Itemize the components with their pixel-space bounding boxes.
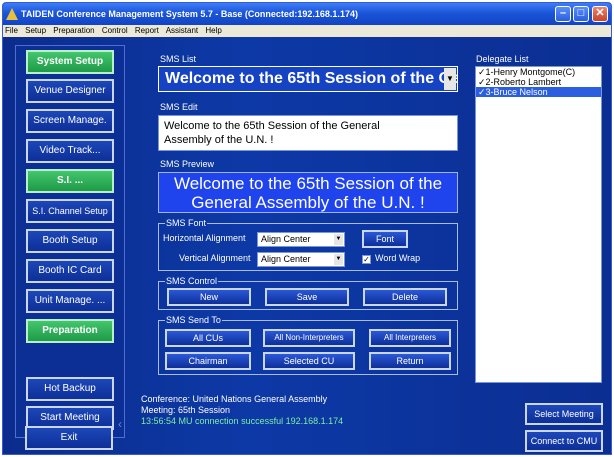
sms-preview-line: Welcome to the 65th Session of the xyxy=(173,174,443,193)
return-button[interactable]: Return xyxy=(369,352,451,370)
nav-booth-ic-card[interactable]: Booth IC Card xyxy=(26,259,114,283)
app-logo-icon xyxy=(6,8,18,20)
all-non-interpreters-button[interactable]: All Non-Interpreters xyxy=(263,329,355,347)
close-button[interactable]: ✕ xyxy=(592,6,608,22)
menu-help[interactable]: Help xyxy=(205,26,221,35)
menu-report[interactable]: Report xyxy=(135,26,159,35)
menu-bar: File Setup Preparation Control Report As… xyxy=(3,25,611,37)
content-area: System Setup Venue Designer Screen Manag… xyxy=(3,37,611,454)
v-align-value: Align Center xyxy=(261,254,311,264)
delegate-name: 1-Henry Montgome(C) xyxy=(485,67,576,77)
delegate-list[interactable]: ✓1-Henry Montgome(C) ✓2-Roberto Lambert … xyxy=(475,66,602,383)
delegate-name: 3-Bruce Nelson xyxy=(485,87,548,97)
save-button[interactable]: Save xyxy=(265,288,349,306)
sms-font-group-label: SMS Font xyxy=(165,218,208,228)
checkmark-icon: ✓ xyxy=(478,77,486,87)
sms-preview-display: Welcome to the 65th Session of the Gener… xyxy=(158,172,458,213)
status-message: 13:56:54 MU connection successful 192.16… xyxy=(141,416,344,426)
menu-preparation[interactable]: Preparation xyxy=(53,26,94,35)
sms-edit-line: Welcome to the 65th Session of the Gener… xyxy=(164,120,380,132)
main-window: TAIDEN Conference Management System 5.7 … xyxy=(2,2,612,455)
sms-send-to-group: SMS Send To All CUs All Non-Interpreters… xyxy=(158,315,458,375)
nav-venue-designer[interactable]: Venue Designer xyxy=(26,79,114,103)
dropdown-arrow-icon[interactable]: ▼ xyxy=(334,234,343,245)
word-wrap-checkbox[interactable]: ✓ xyxy=(362,255,371,264)
sms-control-group: SMS Control New Save Delete xyxy=(158,276,458,310)
collapse-chevron-icon[interactable]: ‹ xyxy=(118,417,122,431)
menu-setup[interactable]: Setup xyxy=(25,26,46,35)
v-align-select[interactable]: Align Center ▼ xyxy=(257,252,345,267)
connect-to-cmu-button[interactable]: Connect to CMU xyxy=(525,430,603,452)
menu-assistant[interactable]: Assistant xyxy=(166,26,198,35)
all-cus-button[interactable]: All CUs xyxy=(165,329,251,347)
select-meeting-button[interactable]: Select Meeting xyxy=(525,403,603,425)
delegate-item[interactable]: ✓2-Roberto Lambert xyxy=(476,77,601,87)
checkmark-icon: ✓ xyxy=(478,67,486,77)
hot-backup-button[interactable]: Hot Backup xyxy=(26,377,114,401)
nav-preparation[interactable]: Preparation xyxy=(26,319,114,343)
delete-button[interactable]: Delete xyxy=(363,288,447,306)
conference-name: Conference: United Nations General Assem… xyxy=(141,394,328,404)
sms-list-label: SMS List xyxy=(160,54,197,64)
sms-edit-textarea[interactable]: Welcome to the 65th Session of the Gener… xyxy=(158,115,458,151)
h-align-value: Align Center xyxy=(261,234,311,244)
h-align-select[interactable]: Align Center ▼ xyxy=(257,232,345,247)
delegate-name: 2-Roberto Lambert xyxy=(485,77,562,87)
minimize-button[interactable]: – xyxy=(555,6,571,22)
delegate-item[interactable]: ✓1-Henry Montgome(C) xyxy=(476,67,601,77)
delegate-item-selected[interactable]: ✓3-Bruce Nelson xyxy=(476,87,601,97)
nav-video-track[interactable]: Video Track... xyxy=(26,139,114,163)
meeting-info: Conference: United Nations General Assem… xyxy=(141,394,471,427)
exit-button[interactable]: Exit xyxy=(25,426,113,450)
sms-edit-label: SMS Edit xyxy=(160,102,198,112)
title-bar[interactable]: TAIDEN Conference Management System 5.7 … xyxy=(3,3,611,25)
meeting-name: Meeting: 65th Session xyxy=(141,405,231,415)
nav-unit-manage[interactable]: Unit Manage. ... xyxy=(26,289,114,313)
font-button[interactable]: Font xyxy=(362,230,408,248)
dropdown-arrow-icon[interactable]: ▼ xyxy=(334,254,343,265)
left-nav: System Setup Venue Designer Screen Manag… xyxy=(15,45,125,438)
nav-booth-setup[interactable]: Booth Setup xyxy=(26,229,114,253)
nav-si-channel-setup[interactable]: S.I. Channel Setup xyxy=(26,199,114,223)
checkmark-icon: ✓ xyxy=(478,87,486,97)
menu-control[interactable]: Control xyxy=(102,26,128,35)
chairman-button[interactable]: Chairman xyxy=(165,352,251,370)
selected-cu-button[interactable]: Selected CU xyxy=(263,352,355,370)
maximize-button[interactable]: □ xyxy=(573,6,589,22)
all-interpreters-button[interactable]: All Interpreters xyxy=(369,329,451,347)
sms-preview-label: SMS Preview xyxy=(160,159,215,169)
h-align-label: Horizontal Alignment xyxy=(163,233,246,243)
sms-list-value: Welcome to the 65th Session of the Gene xyxy=(165,70,458,87)
word-wrap-label: Word Wrap xyxy=(375,253,421,263)
sms-send-to-group-label: SMS Send To xyxy=(165,315,222,325)
nav-system-setup[interactable]: System Setup xyxy=(26,50,114,74)
sms-control-group-label: SMS Control xyxy=(165,276,219,286)
dropdown-arrow-icon[interactable]: ▼ xyxy=(444,68,456,90)
new-button[interactable]: New xyxy=(167,288,251,306)
window-title: TAIDEN Conference Management System 5.7 … xyxy=(21,9,358,19)
sms-edit-line: Assembly of the U.N. ! xyxy=(164,134,274,146)
nav-screen-manage[interactable]: Screen Manage. xyxy=(26,109,114,133)
nav-si[interactable]: S.I. ... xyxy=(26,169,114,193)
sms-list-select[interactable]: Welcome to the 65th Session of the Gene … xyxy=(158,66,458,92)
delegate-list-label: Delegate List xyxy=(476,54,529,64)
menu-file[interactable]: File xyxy=(5,26,18,35)
sms-font-group: SMS Font Horizontal Alignment Align Cent… xyxy=(158,218,458,271)
sms-preview-line: General Assembly of the U.N. ! xyxy=(191,193,425,212)
v-align-label: Vertical Alignment xyxy=(179,253,251,263)
